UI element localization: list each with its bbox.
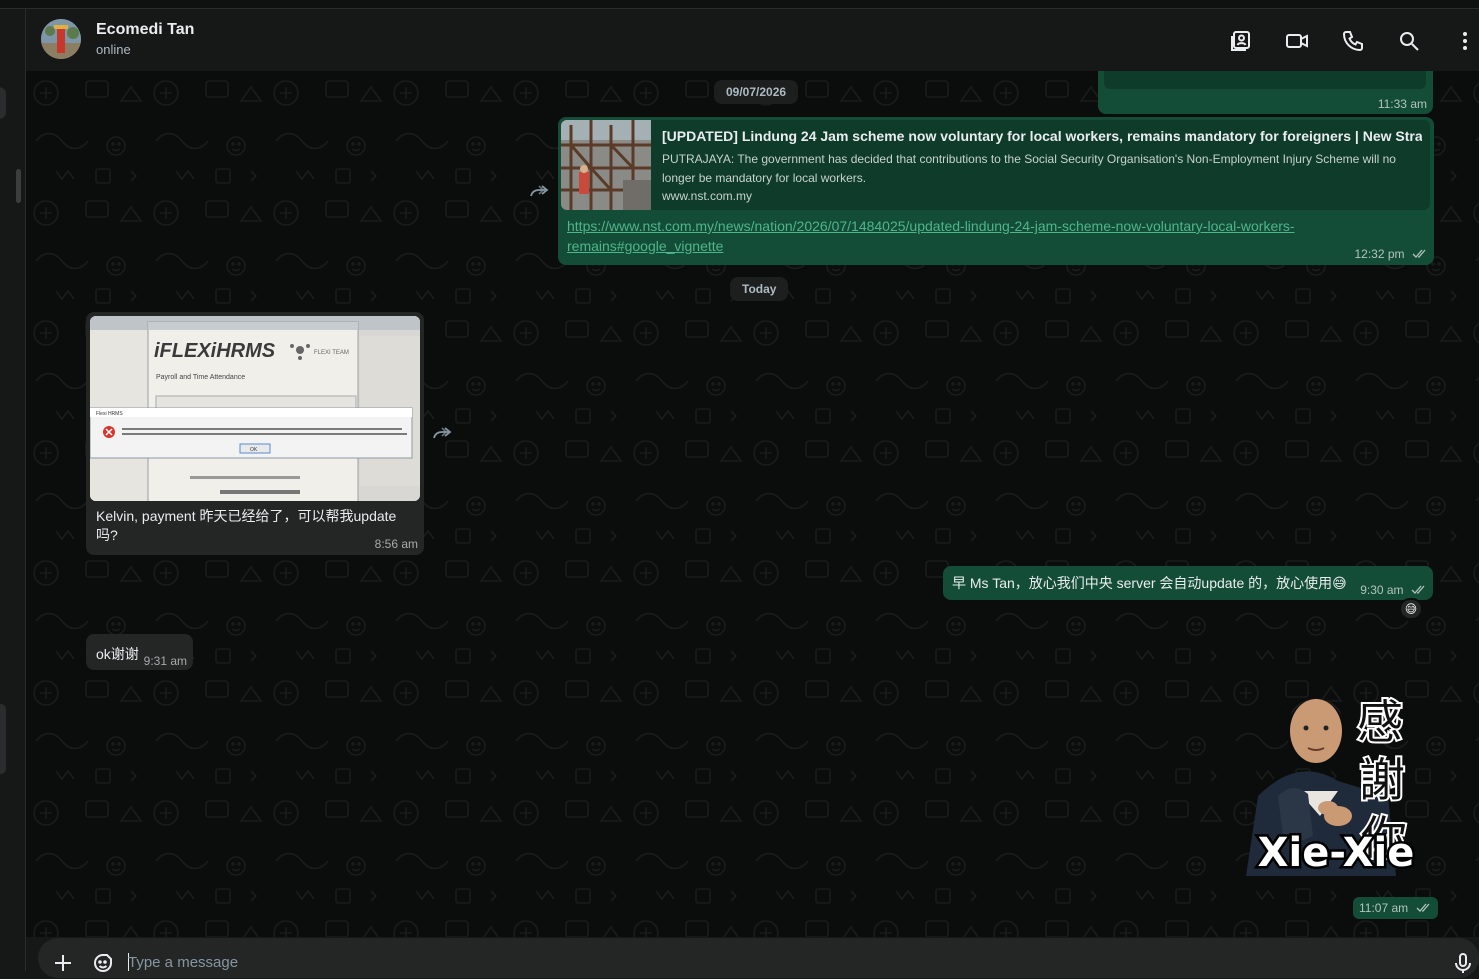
message-bubble-incoming[interactable]: iFLEXiHRMS FLEXI TEAM Payroll and Time A… xyxy=(86,312,424,555)
link-preview[interactable]: [UPDATED] Lindung 24 Jam scheme now volu… xyxy=(561,120,1430,210)
contact-name[interactable]: Ecomedi Tan xyxy=(96,21,194,39)
video-call-icon[interactable] xyxy=(1285,29,1309,53)
read-ticks-icon xyxy=(1412,249,1426,258)
forward-icon[interactable] xyxy=(528,183,550,199)
image-attachment[interactable]: iFLEXiHRMS FLEXI TEAM Payroll and Time A… xyxy=(90,316,420,501)
rail-handle[interactable] xyxy=(0,87,6,119)
message-time: 11:33 am xyxy=(1377,97,1427,111)
message-time: 12:32 pm xyxy=(1354,247,1405,261)
rail-handle-lower[interactable] xyxy=(0,704,6,774)
search-icon[interactable] xyxy=(1397,29,1421,53)
sticker-char-2: 謝 xyxy=(1359,753,1405,807)
reaction-badge[interactable]: 😅 xyxy=(1399,598,1423,620)
message-text: Kelvin, payment 昨天已经给了，可以帮我update吗? xyxy=(96,508,397,543)
date-separator: Today xyxy=(730,277,789,301)
window-top-strip xyxy=(0,0,1479,9)
message-input[interactable] xyxy=(128,951,1418,973)
message-bubble-outgoing[interactable]: 11:33 am xyxy=(1098,71,1433,114)
message-time: 8:56 am xyxy=(374,537,418,551)
message-meta: 12:32 pm xyxy=(1355,245,1429,263)
app-subtitle: Payroll and Time Attendance xyxy=(156,374,245,381)
sticker-time-pill: 11:07 am xyxy=(1353,897,1438,919)
message-bubble-outgoing[interactable]: 早 Ms Tan，放心我们中央 server 会自动update 的，放心使用😅… xyxy=(943,566,1433,600)
dialog-ok-text: OK xyxy=(250,447,258,453)
avatar[interactable] xyxy=(41,19,81,59)
link-description: PUTRAJAYA: The government has decided th… xyxy=(662,152,1396,185)
date-separator: 09/07/2026 xyxy=(714,80,799,104)
message-bubble-outgoing[interactable]: [UPDATED] Lindung 24 Jam scheme now volu… xyxy=(558,117,1434,265)
scrollbar-thumb[interactable] xyxy=(16,169,21,203)
more-vertical-icon[interactable] xyxy=(1453,29,1477,53)
phone-icon[interactable] xyxy=(1341,29,1365,53)
message-time: 11:07 am xyxy=(1359,901,1409,915)
link-thumbnail xyxy=(561,120,651,210)
chat-header: Ecomedi Tan online xyxy=(26,9,1479,71)
sticker-caption: Xie-Xie xyxy=(1258,830,1415,876)
message-link[interactable]: https://www.nst.com.my/news/nation/2026/… xyxy=(567,216,1347,256)
message-composer xyxy=(38,938,1479,978)
reaction-emoji: 😅 xyxy=(1404,602,1418,616)
read-ticks-icon xyxy=(1416,903,1430,912)
team-label: FLEXI TEAM xyxy=(314,350,349,356)
message-time: 9:30 am xyxy=(1360,583,1404,597)
contact-status: online xyxy=(96,42,131,57)
chat-area[interactable]: 11:33 am 09/07/2026 [UPDATED] Lindung 24… xyxy=(26,71,1479,937)
message-text: ok谢谢 xyxy=(96,646,139,662)
link-domain: www.nst.com.my xyxy=(662,189,753,203)
forward-icon[interactable] xyxy=(431,425,453,441)
contact-card-icon[interactable] xyxy=(1229,29,1253,53)
link-title: [UPDATED] Lindung 24 Jam scheme now volu… xyxy=(662,128,1422,144)
message-bubble-incoming[interactable]: ok谢谢 9:31 am xyxy=(86,634,193,670)
sticker-char-1: 感 xyxy=(1357,695,1403,749)
dialog-title: Flexi HRMS xyxy=(96,411,123,417)
message-time: 9:31 am xyxy=(143,654,187,668)
read-ticks-icon xyxy=(1411,585,1425,594)
sticker[interactable]: 感 謝 你 Xie-Xie xyxy=(1238,686,1434,881)
quoted-preview xyxy=(1104,71,1426,89)
app-logo-text: iFLEXiHRMS xyxy=(154,340,276,362)
message-text: 早 Ms Tan，放心我们中央 server 会自动update 的，放心使用😅 xyxy=(952,575,1347,591)
message-meta: 9:30 am xyxy=(1360,581,1427,599)
left-rail xyxy=(0,9,26,971)
